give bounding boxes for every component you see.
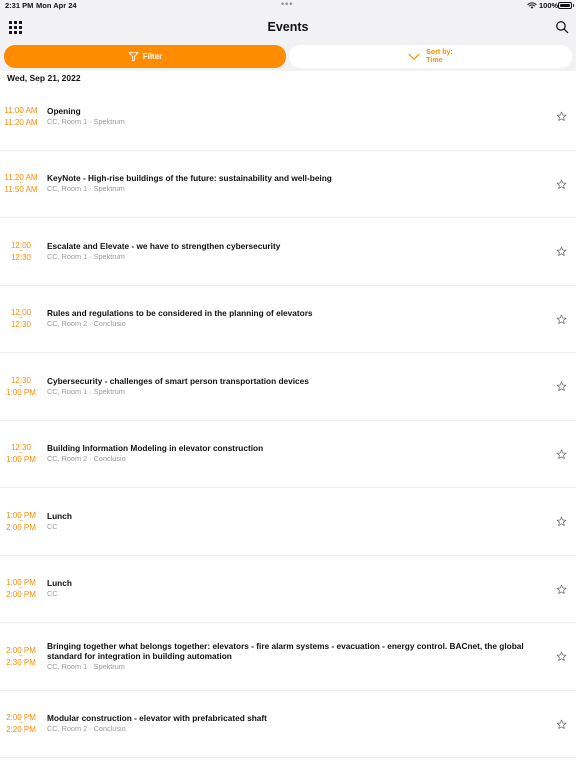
event-row[interactable]: 12:30 – 1:00 PM Cybersecurity - challeng… — [0, 353, 576, 421]
event-title: Escalate and Elevate - we have to streng… — [47, 240, 281, 251]
filter-button[interactable]: Filter — [4, 45, 286, 68]
filter-button-label: Filter — [142, 52, 163, 61]
battery-icon — [558, 2, 574, 9]
event-info: Opening CC, Room 1 · Spektrum — [47, 83, 537, 150]
event-title: Opening — [47, 105, 81, 116]
event-location: CC, Room 2 · Conclusio — [47, 319, 126, 329]
event-time: 12:00 – 12:30 — [0, 286, 42, 353]
event-time: 12:00 – 12:30 — [0, 218, 42, 285]
event-time: 12:30 – 1:00 PM — [0, 421, 42, 488]
sort-value: Time — [426, 56, 443, 64]
event-location: CC — [47, 589, 58, 599]
multitasking-dots[interactable]: ••• — [281, 0, 293, 9]
event-row[interactable]: 1:00 PM – 2:00 PM Lunch CC — [0, 556, 576, 623]
battery-percentage: 100% — [539, 1, 559, 10]
date-section-header: Wed, Sep 21, 2022 — [7, 73, 81, 83]
chevron-down-icon — [408, 53, 420, 60]
event-end-time: 2:00 PM — [6, 522, 36, 532]
event-row[interactable]: 12:30 – 1:00 PM Building Information Mod… — [0, 421, 576, 488]
filter-sort-toolbar: Filter Sort by: Time — [0, 42, 576, 71]
star-icon[interactable] — [556, 651, 567, 662]
event-location: CC, Room 1 · Spektrum — [47, 251, 125, 261]
status-date: Mon Apr 24 — [36, 1, 77, 10]
status-time: 2:31 PM — [5, 1, 34, 10]
filter-icon — [128, 52, 139, 62]
wifi-icon — [527, 2, 537, 9]
event-row[interactable]: 12:00 – 12:30 Escalate and Elevate - we … — [0, 218, 576, 286]
event-end-time: 11:50 AM — [4, 185, 38, 195]
event-end-time: 11:20 AM — [4, 117, 38, 127]
navigation-bar: Events — [0, 12, 576, 42]
event-title: Rules and regulations to be considered i… — [47, 308, 313, 319]
sort-label-group: Sort by: Time — [426, 49, 452, 65]
event-end-time: 2:00 PM — [6, 590, 36, 600]
event-location: CC, Room 1 · Spektrum — [47, 386, 125, 396]
event-end-time: 2:20 PM — [6, 725, 36, 735]
event-end-time: 12:30 — [10, 252, 32, 262]
event-time: 11:00 AM – 11:20 AM — [0, 83, 42, 150]
event-row[interactable]: 2:00 PM – 2:20 PM Modular construction -… — [0, 691, 576, 758]
event-time: 11:20 AM – 11:50 AM — [0, 151, 42, 218]
event-info: Building Information Modeling in elevato… — [47, 421, 537, 488]
battery-fill — [560, 4, 570, 7]
star-icon[interactable] — [556, 111, 567, 122]
event-time: 2:00 PM – 2:30 PM — [0, 623, 42, 690]
star-icon[interactable] — [556, 179, 567, 190]
event-location: CC, Room 2 · Conclusio — [47, 454, 126, 464]
event-title: Cybersecurity - challenges of smart pers… — [47, 375, 309, 386]
event-info: Lunch CC — [47, 556, 537, 623]
status-bar: 2:31 PM Mon Apr 24 ••• 100% — [0, 0, 576, 12]
star-icon[interactable] — [556, 314, 567, 325]
event-location: CC, Room 2 · Conclusio — [47, 724, 126, 734]
event-row[interactable]: 2:00 PM – 2:30 PM Bringing together what… — [0, 623, 576, 691]
event-info: Rules and regulations to be considered i… — [47, 286, 537, 353]
event-title: Lunch — [47, 510, 72, 521]
event-end-time: 2:30 PM — [6, 657, 36, 667]
star-icon[interactable] — [556, 516, 567, 527]
event-title: Modular construction - elevator with pre… — [47, 713, 267, 724]
event-row[interactable]: 11:00 AM – 11:20 AM Opening CC, Room 1 ·… — [0, 83, 576, 151]
event-row[interactable]: 12:00 – 12:30 Rules and regulations to b… — [0, 286, 576, 353]
event-end-time: 1:00 PM — [6, 387, 36, 397]
event-time: 1:00 PM – 2:00 PM — [0, 488, 42, 555]
event-info: Bringing together what belongs together:… — [47, 623, 537, 690]
sort-label: Sort by: — [426, 48, 453, 56]
event-list: 11:00 AM – 11:20 AM Opening CC, Room 1 ·… — [0, 83, 576, 758]
star-icon[interactable] — [556, 449, 567, 460]
event-end-time: 1:00 PM — [6, 455, 36, 465]
event-title: Bringing together what belongs together:… — [47, 640, 524, 661]
star-icon[interactable] — [556, 246, 567, 257]
search-icon[interactable] — [555, 20, 569, 34]
event-end-time: 12:30 — [10, 320, 32, 330]
event-title: KeyNote - High-rise buildings of the fut… — [47, 173, 332, 184]
event-info: Modular construction - elevator with pre… — [47, 691, 537, 758]
star-icon[interactable] — [556, 584, 567, 595]
event-title: Lunch — [47, 578, 72, 589]
star-icon[interactable] — [556, 381, 567, 392]
star-icon[interactable] — [556, 719, 567, 730]
event-title: Building Information Modeling in elevato… — [47, 443, 264, 454]
event-time: 12:30 – 1:00 PM — [0, 353, 42, 420]
event-location: CC — [47, 521, 58, 531]
event-time: 2:00 PM – 2:20 PM — [0, 691, 42, 758]
event-info: Escalate and Elevate - we have to streng… — [47, 218, 537, 285]
event-info: KeyNote - High-rise buildings of the fut… — [47, 151, 537, 218]
event-time: 1:00 PM – 2:00 PM — [0, 556, 42, 623]
event-info: Cybersecurity - challenges of smart pers… — [47, 353, 537, 420]
event-location: CC, Room 1 · Spektrum — [47, 184, 125, 194]
event-row[interactable]: 1:00 PM – 2:00 PM Lunch CC — [0, 488, 576, 556]
sort-button[interactable]: Sort by: Time — [289, 45, 572, 68]
event-location: CC, Room 1 · Spektrum — [47, 661, 125, 671]
event-row[interactable]: 11:20 AM – 11:50 AM KeyNote - High-rise … — [0, 151, 576, 218]
event-location: CC, Room 1 · Spektrum — [47, 116, 125, 126]
page-title: Events — [267, 20, 309, 34]
event-info: Lunch CC — [47, 488, 537, 555]
